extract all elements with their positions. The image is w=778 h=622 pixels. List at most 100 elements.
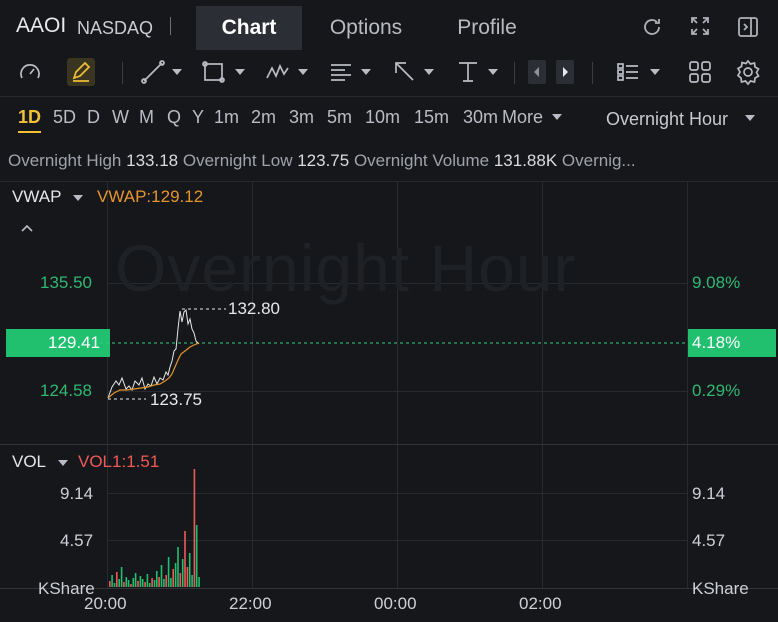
period-m[interactable]: M (139, 107, 154, 128)
volume-bar (177, 547, 179, 587)
prev-icon (534, 67, 539, 77)
layout-list-icon[interactable] (614, 58, 642, 86)
header: AAOI NASDAQ Chart Options Profile (0, 0, 778, 50)
rectangle-icon[interactable] (200, 58, 228, 86)
toolbar-divider (122, 62, 123, 84)
trend-line-icon[interactable] (139, 58, 167, 86)
volume-bar (118, 579, 120, 587)
chevron-down-icon[interactable] (172, 69, 182, 75)
overnight-low-label: Overnight Low (182, 151, 293, 170)
volume-bar (116, 572, 118, 587)
volume-bar (181, 559, 184, 587)
refresh-icon[interactable] (640, 15, 664, 44)
high-marker-label: 132.80 (228, 299, 280, 318)
price-range-icon[interactable] (454, 58, 482, 86)
volume-bar (151, 578, 153, 587)
collapse-panel-icon[interactable] (736, 15, 760, 44)
volume-bar (160, 565, 163, 587)
overnight-volume-value: 131.88K (493, 151, 558, 170)
arrow-icon[interactable] (391, 58, 419, 86)
price-chart (100, 308, 688, 400)
volume-bar (148, 583, 151, 587)
pen-icon[interactable] (67, 58, 95, 86)
expand-icon[interactable] (689, 15, 711, 42)
volume-bar (109, 581, 111, 587)
chevron-down-icon[interactable] (424, 69, 434, 75)
volume-bar (193, 469, 196, 587)
gauge-icon[interactable] (16, 58, 44, 86)
chevron-down-icon[interactable] (235, 69, 245, 75)
time-label: 00:00 (374, 594, 417, 613)
period-5d[interactable]: 5D (53, 107, 76, 128)
volume-bar (137, 581, 139, 587)
volume-bar (113, 583, 116, 587)
volume-bar (186, 567, 189, 587)
tab-profile[interactable]: Profile (432, 6, 542, 50)
volume-bar (158, 577, 160, 587)
volume-bar (130, 584, 132, 587)
volume-bar (141, 579, 144, 587)
time-label: 20:00 (84, 594, 127, 613)
volume-bar (134, 573, 137, 587)
volume-bar (153, 580, 156, 587)
chevron-down-icon[interactable] (361, 69, 371, 75)
session-selector[interactable]: Overnight Hour (606, 109, 728, 130)
volume-bar (123, 582, 125, 587)
volume-bar (188, 553, 191, 587)
volume-bar (163, 579, 165, 587)
toolbar-divider (592, 62, 593, 84)
volume-bar (172, 569, 174, 587)
volume-bar (184, 531, 186, 587)
tab-options[interactable]: Options (310, 6, 422, 50)
time-label: 22:00 (229, 594, 272, 613)
volume-bar (198, 577, 200, 587)
period-10m[interactable]: 10m (365, 107, 400, 128)
volume-bar (125, 577, 128, 587)
volume-bar (167, 557, 170, 587)
chevron-down-icon[interactable] (552, 114, 562, 120)
period-2m[interactable]: 2m (251, 107, 276, 128)
period-5m[interactable]: 5m (327, 107, 352, 128)
next-icon (563, 67, 568, 77)
low-marker-label: 123.75 (150, 390, 202, 409)
period-3m[interactable]: 3m (289, 107, 314, 128)
chevron-down-icon[interactable] (488, 69, 498, 75)
chevron-down-icon[interactable] (650, 69, 660, 75)
drawing-toolbar (0, 50, 778, 97)
next-button[interactable] (556, 60, 574, 84)
period-y[interactable]: Y (192, 107, 204, 128)
overnight-high-label: Overnight High (8, 151, 122, 170)
wave-pattern-icon[interactable] (264, 58, 292, 86)
exchange: NASDAQ (77, 18, 154, 38)
period-15m[interactable]: 15m (414, 107, 449, 128)
symbol: AAOI (16, 14, 67, 37)
overnight-volume-label: Overnight Volume (353, 151, 490, 170)
overnight-low-value: 123.75 (297, 151, 350, 170)
tab-chart[interactable]: Chart (196, 6, 302, 50)
volume-bar (170, 578, 172, 587)
volume-bar (111, 575, 113, 587)
grid-icon[interactable] (686, 58, 714, 86)
volume-bar (146, 574, 149, 587)
overnight-more-label[interactable]: Overnig... (562, 151, 636, 170)
fib-text-icon[interactable] (327, 58, 355, 86)
period-30m[interactable]: 30m (463, 107, 498, 128)
volume-bar (144, 582, 146, 587)
volume-bar (156, 571, 158, 587)
overnight-stats: Overnight High 133.18 Overnight Low 123.… (8, 151, 778, 171)
volume-bar (195, 525, 198, 587)
period-1d[interactable]: 1D (18, 107, 42, 133)
time-label: 02:00 (519, 594, 562, 613)
period-q[interactable]: Q (167, 107, 181, 128)
settings-icon[interactable] (734, 58, 762, 86)
period-d[interactable]: D (87, 107, 100, 128)
period-1m[interactable]: 1m (214, 107, 239, 128)
prev-button[interactable] (528, 60, 546, 84)
toolbar-divider (514, 62, 515, 84)
chevron-down-icon[interactable] (298, 69, 308, 75)
volume-bar (179, 573, 182, 587)
period-more[interactable]: More (502, 107, 543, 128)
period-w[interactable]: W (112, 107, 129, 128)
header-divider (170, 17, 171, 35)
chevron-down-icon[interactable] (745, 115, 755, 121)
